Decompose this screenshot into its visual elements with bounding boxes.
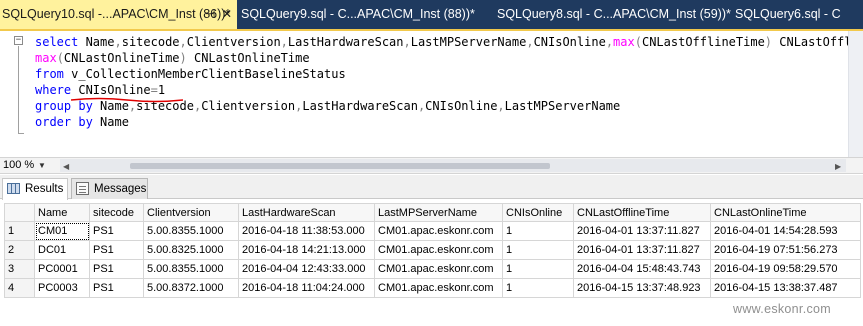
- close-icon[interactable]: ✕: [222, 0, 232, 29]
- outline-line: [18, 46, 19, 133]
- column-header[interactable]: Name: [34, 203, 90, 222]
- corner-cell[interactable]: [4, 203, 35, 222]
- row-number[interactable]: 2: [4, 240, 35, 260]
- cell-cnlastofflinetime[interactable]: 2016-04-01 13:37:11.827: [573, 240, 711, 260]
- cell-lastmpservername[interactable]: CM01.apac.eskonr.com: [374, 221, 503, 241]
- tab-messages[interactable]: Messages: [71, 178, 148, 199]
- document-tab-strip: SQLQuery10.sql -...APAC\CM_Inst (86))* ⊣…: [0, 0, 863, 31]
- cell-lasthardwarescan[interactable]: 2016-04-18 14:21:13.000: [238, 240, 375, 260]
- tab-messages-label: Messages: [94, 183, 147, 195]
- column-header[interactable]: CNLastOnlineTime: [710, 203, 861, 222]
- cell-sitecode[interactable]: PS1: [89, 259, 144, 279]
- cell-clientversion[interactable]: 5.00.8372.1000: [143, 278, 239, 298]
- column-header[interactable]: sitecode: [89, 203, 144, 222]
- results-grid: Name sitecode Clientversion LastHardware…: [4, 203, 861, 298]
- cell-lastmpservername[interactable]: CM01.apac.eskonr.com: [374, 240, 503, 260]
- cell-cnlastofflinetime[interactable]: 2016-04-04 15:48:43.743: [573, 259, 711, 279]
- tab-label: SQLQuery8.sql - C...APAC\CM_Inst (59))*: [497, 7, 731, 21]
- cell-sitecode[interactable]: PS1: [89, 221, 144, 241]
- cell-cnisonline[interactable]: 1: [502, 221, 574, 241]
- zoom-bar: 100 % ▼ ◀ ▶: [0, 157, 863, 174]
- scroll-thumb[interactable]: [130, 163, 550, 169]
- tab-label: SQLQuery10.sql -...APAC\CM_Inst (86))*: [2, 7, 231, 21]
- code-line-1: select Name,sitecode,Clientversion,LastH…: [35, 35, 863, 49]
- tab-results[interactable]: Results: [2, 178, 68, 200]
- cell-lastmpservername[interactable]: CM01.apac.eskonr.com: [374, 259, 503, 279]
- row-number[interactable]: 4: [4, 278, 35, 298]
- table-row[interactable]: 4 PC0003 PS1 5.00.8372.1000 2016-04-18 1…: [4, 278, 861, 298]
- cell-name[interactable]: PC0003: [34, 278, 90, 298]
- cell-lasthardwarescan[interactable]: 2016-04-04 12:43:33.000: [238, 259, 375, 279]
- code-line-4: where CNIsOnline=1: [35, 83, 166, 97]
- cell-cnlastofflinetime[interactable]: 2016-04-15 13:37:48.923: [573, 278, 711, 298]
- code-line-2: max(CNLastOnlineTime) CNLastOnlineTime: [35, 51, 310, 65]
- row-number[interactable]: 1: [4, 221, 35, 241]
- messages-icon: [76, 182, 89, 195]
- cell-sitecode[interactable]: PS1: [89, 240, 144, 260]
- cell-lasthardwarescan[interactable]: 2016-04-18 11:38:53.000: [238, 221, 375, 241]
- cell-cnlastonlinetime[interactable]: 2016-04-01 14:54:28.593: [710, 221, 861, 241]
- chevron-down-icon[interactable]: ▼: [38, 158, 46, 173]
- column-header[interactable]: LastMPServerName: [374, 203, 503, 222]
- scroll-right-icon[interactable]: ▶: [835, 159, 841, 174]
- column-header[interactable]: CNIsOnline: [502, 203, 574, 222]
- cell-cnlastonlinetime[interactable]: 2016-04-19 07:51:56.273: [710, 240, 861, 260]
- cell-clientversion[interactable]: 5.00.8355.1000: [143, 221, 239, 241]
- cell-name[interactable]: DC01: [34, 240, 90, 260]
- cell-cnlastonlinetime[interactable]: 2016-04-15 13:38:37.487: [710, 278, 861, 298]
- error-underline: [71, 97, 183, 103]
- cell-cnisonline[interactable]: 1: [502, 259, 574, 279]
- column-header[interactable]: Clientversion: [143, 203, 239, 222]
- scroll-left-icon[interactable]: ◀: [63, 159, 69, 174]
- table-row[interactable]: 2 DC01 PS1 5.00.8325.1000 2016-04-18 14:…: [4, 240, 861, 260]
- cell-clientversion[interactable]: 5.00.8355.1000: [143, 259, 239, 279]
- watermark: www.eskonr.com: [733, 302, 831, 316]
- collapse-icon[interactable]: −: [14, 36, 23, 45]
- column-header[interactable]: CNLastOfflineTime: [573, 203, 711, 222]
- cell-clientversion[interactable]: 5.00.8325.1000: [143, 240, 239, 260]
- tab-sqlquery6[interactable]: SQLQuery6.sql - C: [735, 0, 863, 29]
- outline-end: [18, 133, 24, 134]
- editor-margin: [0, 31, 20, 157]
- pin-icon[interactable]: ⊣: [205, 0, 215, 29]
- editor-vertical-scrollbar[interactable]: [848, 31, 863, 157]
- table-row[interactable]: 3 PC0001 PS1 5.00.8355.1000 2016-04-04 1…: [4, 259, 861, 279]
- tab-sqlquery8[interactable]: SQLQuery8.sql - C...APAC\CM_Inst (59))*: [497, 0, 731, 29]
- code-line-3: from v_CollectionMemberClientBaselineSta…: [35, 67, 346, 81]
- editor-horizontal-scrollbar[interactable]: ◀ ▶: [60, 159, 846, 172]
- query-editor[interactable]: − select Name,sitecode,Clientversion,Las…: [0, 31, 863, 157]
- tab-results-label: Results: [25, 183, 64, 195]
- cell-cnisonline[interactable]: 1: [502, 240, 574, 260]
- grid-icon: [7, 183, 20, 194]
- column-header[interactable]: LastHardwareScan: [238, 203, 375, 222]
- tab-sqlquery10[interactable]: SQLQuery10.sql -...APAC\CM_Inst (86))* ⊣…: [0, 0, 237, 29]
- header-row: Name sitecode Clientversion LastHardware…: [4, 203, 861, 222]
- cell-name[interactable]: CM01: [34, 221, 90, 241]
- cell-cnlastofflinetime[interactable]: 2016-04-01 13:37:11.827: [573, 221, 711, 241]
- result-tabs: Results Messages: [0, 175, 863, 200]
- tab-sqlquery9[interactable]: SQLQuery9.sql - C...APAC\CM_Inst (88))*: [241, 0, 489, 29]
- tab-label: SQLQuery6.sql - C: [735, 7, 841, 21]
- row-number[interactable]: 3: [4, 259, 35, 279]
- table-row[interactable]: 1 CM01 PS1 5.00.8355.1000 2016-04-18 11:…: [4, 221, 861, 241]
- cell-lasthardwarescan[interactable]: 2016-04-18 11:04:24.000: [238, 278, 375, 298]
- code-line-6: order by Name: [35, 115, 129, 129]
- zoom-value: 100 %: [3, 159, 35, 171]
- cell-cnisonline[interactable]: 1: [502, 278, 574, 298]
- tab-label: SQLQuery9.sql - C...APAC\CM_Inst (88))*: [241, 7, 475, 21]
- cell-cnlastonlinetime[interactable]: 2016-04-19 09:58:29.570: [710, 259, 861, 279]
- cell-name[interactable]: PC0001: [34, 259, 90, 279]
- cell-lastmpservername[interactable]: CM01.apac.eskonr.com: [374, 278, 503, 298]
- cell-sitecode[interactable]: PS1: [89, 278, 144, 298]
